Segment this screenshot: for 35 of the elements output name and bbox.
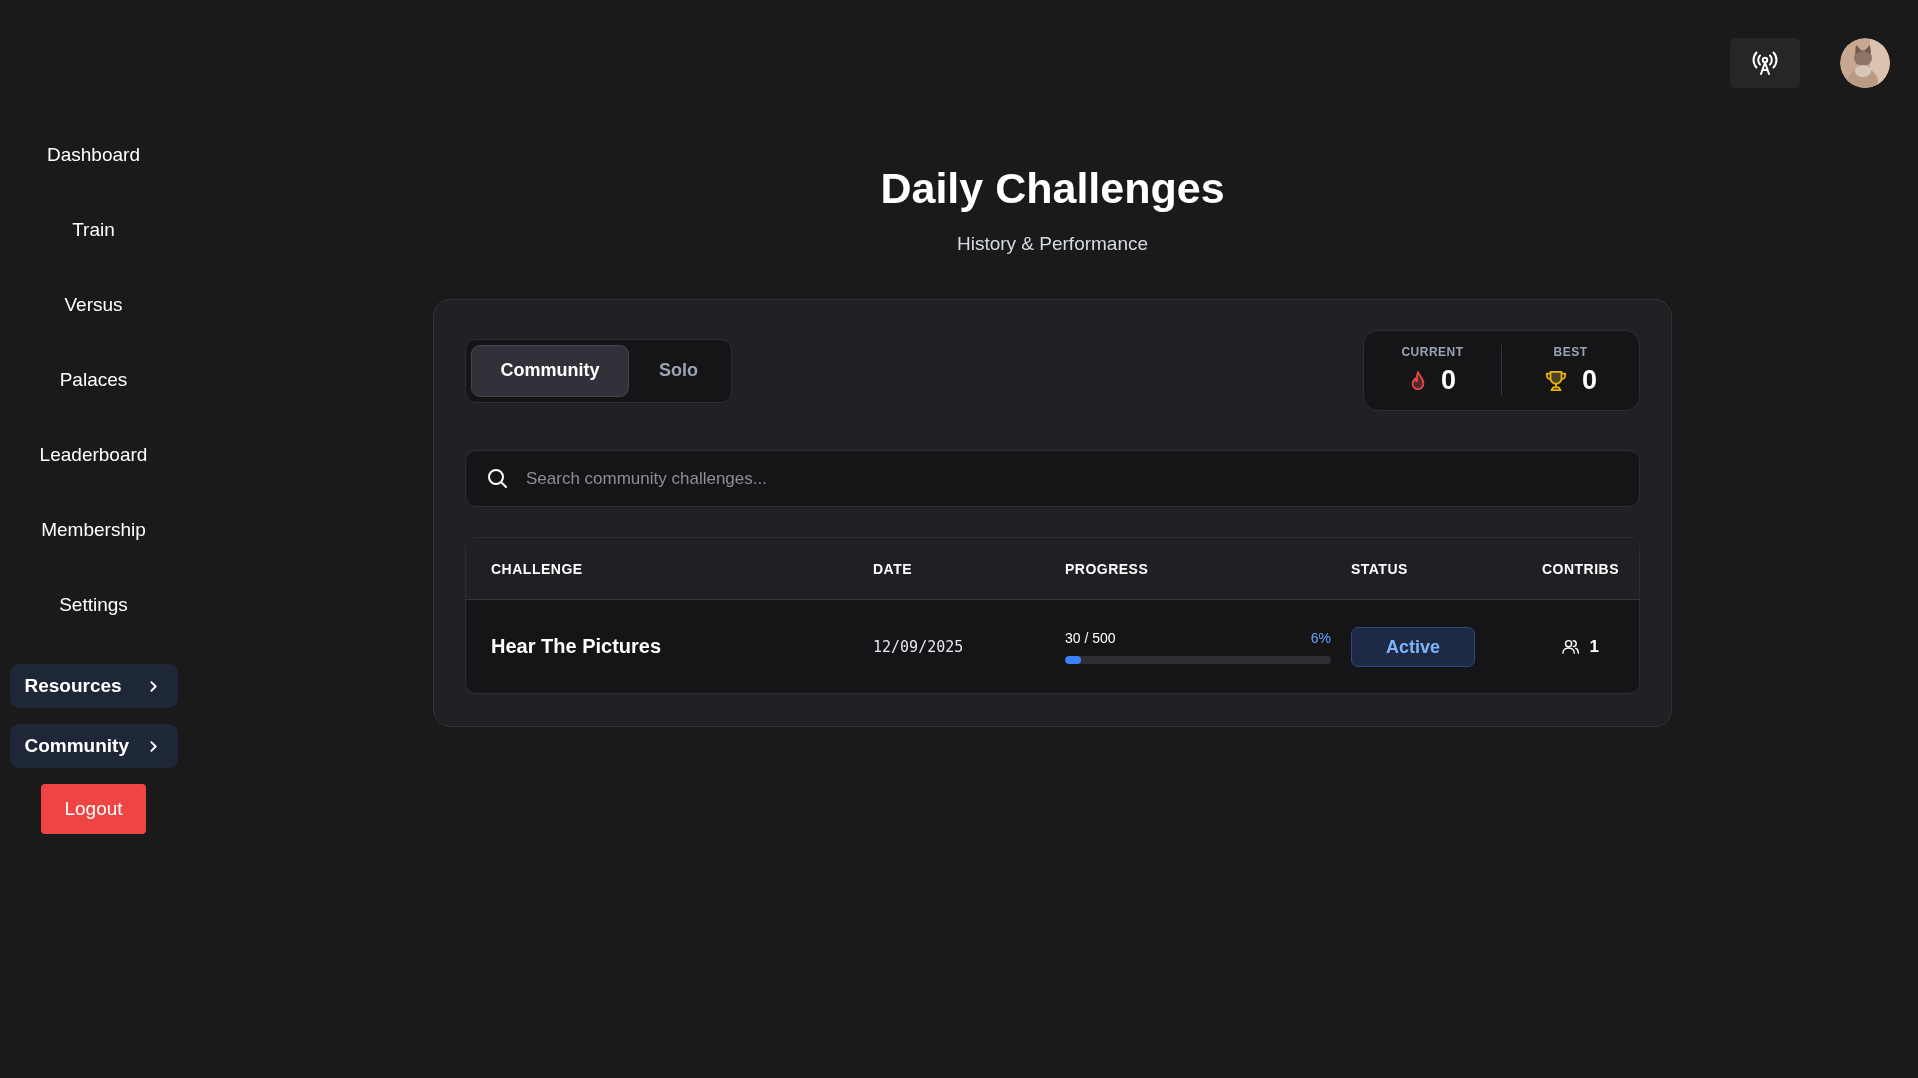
column-header: PROGRESS [1064, 560, 1150, 577]
progress-count: 30 / 500 [1065, 629, 1116, 646]
streak-value: 0 [1441, 365, 1456, 396]
streak-label: BEST [1553, 345, 1588, 359]
page-subtitle: History & Performance [956, 233, 1149, 255]
nav-group-button[interactable]: Resources [9, 664, 178, 708]
column-header: STATUS [1350, 560, 1409, 577]
date-cell-text: 12/09/2025 [873, 637, 965, 656]
nav-link[interactable]: Versus [64, 289, 123, 321]
tab[interactable]: Community [471, 344, 629, 397]
column-header: CONTRIBS [1541, 560, 1619, 577]
people-icon [1560, 637, 1580, 656]
tab[interactable]: Solo [631, 344, 726, 397]
contributor-count: 1 [1589, 636, 1599, 657]
nav-group-button[interactable]: Community [9, 724, 178, 768]
streak-value: 0 [1582, 365, 1597, 396]
page-title: Daily Challenges [880, 164, 1225, 213]
flame-icon [1409, 369, 1427, 392]
progress-percent: 6% [1310, 629, 1331, 646]
challenge-name: Hear The Pictures [491, 635, 663, 658]
trophy-icon [1544, 369, 1568, 392]
column-header: DATE [872, 560, 914, 577]
column-header: CHALLENGE [491, 560, 584, 577]
search-field[interactable]: Search community challenges... [465, 450, 1640, 507]
nav-link[interactable]: Dashboard [47, 139, 140, 171]
nav-link[interactable]: Membership [41, 514, 146, 546]
streak-label: CURRENT [1401, 345, 1464, 359]
nav-link[interactable]: Leaderboard [39, 439, 148, 471]
logout-button[interactable]: Logout [41, 784, 146, 834]
antenna-icon [1751, 49, 1779, 77]
broadcast-button[interactable] [1730, 38, 1800, 88]
nav-link[interactable]: Train [72, 214, 115, 246]
nav-link[interactable]: Settings [59, 589, 128, 621]
nav-link[interactable]: Palaces [59, 364, 128, 396]
status-badge: Active [1351, 626, 1475, 667]
